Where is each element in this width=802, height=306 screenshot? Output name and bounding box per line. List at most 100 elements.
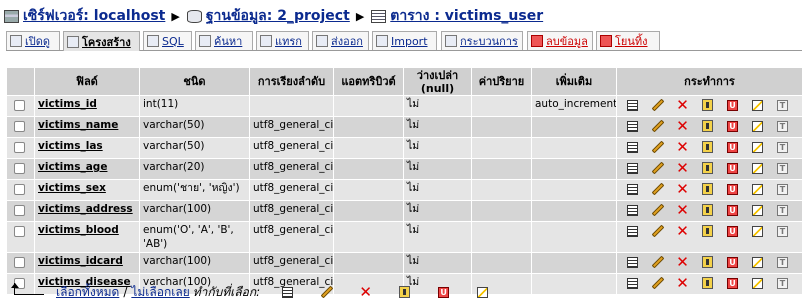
browse-button[interactable] (620, 118, 645, 134)
primary-key-button[interactable] (695, 275, 720, 291)
row-checkbox[interactable] (14, 121, 25, 132)
unique-button[interactable]: U (720, 160, 745, 176)
drop-button[interactable]: ✕ (670, 139, 695, 155)
field-name[interactable]: victims_las (34, 137, 140, 159)
primary-key-button[interactable] (695, 202, 720, 218)
tab-operations[interactable]: กระบวนการ (441, 31, 523, 50)
field-name[interactable]: victims_blood (34, 221, 140, 253)
unique-button[interactable]: U (720, 254, 745, 270)
primary-key-button[interactable] (695, 118, 720, 134)
unique-button[interactable]: U (720, 118, 745, 134)
field-name[interactable]: victims_name (34, 116, 140, 138)
drop-button[interactable]: ✕ (670, 202, 695, 218)
breadcrumb-table[interactable]: ตาราง : victims_user (371, 5, 543, 27)
fulltext-button[interactable]: T (770, 139, 795, 155)
drop-button[interactable]: ✕ (670, 97, 695, 113)
fulltext-button[interactable]: T (770, 160, 795, 176)
fulltext-button[interactable]: T (770, 254, 795, 270)
row-checkbox[interactable] (14, 100, 25, 111)
fulltext-button[interactable]: T (770, 202, 795, 218)
drop-button[interactable]: ✕ (670, 181, 695, 197)
unique-button[interactable]: U (720, 97, 745, 113)
edit-button[interactable] (645, 254, 670, 270)
primary-key-button[interactable] (385, 284, 424, 300)
edit-button[interactable] (645, 97, 670, 113)
edit-button[interactable] (307, 284, 346, 300)
index-button[interactable] (745, 118, 770, 134)
edit-button[interactable] (645, 275, 670, 291)
drop-button[interactable]: ✕ (670, 275, 695, 291)
row-checkbox[interactable] (14, 226, 25, 237)
tab-sql[interactable]: SQL (143, 31, 192, 50)
field-name[interactable]: victims_age (34, 158, 140, 180)
browse-button[interactable] (620, 160, 645, 176)
unique-button[interactable]: U (720, 202, 745, 218)
check-all-link[interactable]: เลือกทั้งหมด (56, 283, 119, 302)
unique-button[interactable]: U (720, 223, 745, 239)
fulltext-button[interactable]: T (770, 118, 795, 134)
browse-button[interactable] (620, 97, 645, 113)
drop-button[interactable]: ✕ (670, 160, 695, 176)
fulltext-button[interactable]: T (770, 275, 795, 291)
browse-button[interactable] (620, 202, 645, 218)
browse-button[interactable] (620, 139, 645, 155)
breadcrumb-server[interactable]: เซิร์ฟเวอร์: localhost (4, 5, 165, 27)
unique-button[interactable]: U (720, 275, 745, 291)
edit-button[interactable] (645, 139, 670, 155)
tab-export[interactable]: ส่งออก (312, 31, 369, 50)
field-name[interactable]: victims_id (34, 95, 140, 117)
primary-key-button[interactable] (695, 97, 720, 113)
tab-insert[interactable]: แทรก (256, 31, 309, 50)
tab-empty[interactable]: ลบข้อมูล (527, 31, 593, 50)
row-checkbox[interactable] (14, 142, 25, 153)
primary-key-button[interactable] (695, 160, 720, 176)
primary-key-button[interactable] (695, 139, 720, 155)
row-checkbox[interactable] (14, 205, 25, 216)
index-button[interactable] (745, 160, 770, 176)
edit-button[interactable] (645, 181, 670, 197)
browse-button[interactable] (620, 275, 645, 291)
index-button[interactable] (745, 254, 770, 270)
tab-browse[interactable]: เปิดดู (6, 31, 60, 50)
field-name[interactable]: victims_address (34, 200, 140, 222)
drop-button[interactable]: ✕ (670, 118, 695, 134)
primary-key-button[interactable] (695, 254, 720, 270)
row-checkbox[interactable] (14, 184, 25, 195)
field-name[interactable]: victims_idcard (34, 252, 140, 274)
breadcrumb-database[interactable]: ฐานข้อมูล: 2_project (186, 5, 350, 27)
field-name[interactable]: victims_sex (34, 179, 140, 201)
edit-button[interactable] (645, 223, 670, 239)
browse-button[interactable] (268, 284, 307, 300)
fulltext-button[interactable]: T (770, 223, 795, 239)
unique-button[interactable]: U (720, 139, 745, 155)
index-button[interactable] (745, 202, 770, 218)
browse-button[interactable] (620, 254, 645, 270)
edit-button[interactable] (645, 118, 670, 134)
uncheck-all-link[interactable]: ไม่เลือกเลย (131, 283, 189, 302)
unique-button[interactable]: U (720, 181, 745, 197)
fulltext-button[interactable]: T (770, 181, 795, 197)
browse-button[interactable] (620, 223, 645, 239)
tab-drop[interactable]: โยนทิ้ง (596, 31, 660, 50)
row-checkbox[interactable] (14, 257, 25, 268)
index-button[interactable] (745, 139, 770, 155)
primary-key-button[interactable] (695, 223, 720, 239)
edit-button[interactable] (645, 160, 670, 176)
edit-button[interactable] (645, 202, 670, 218)
index-button[interactable] (745, 275, 770, 291)
drop-button[interactable]: ✕ (670, 254, 695, 270)
tab-import[interactable]: Import (372, 31, 437, 50)
drop-button[interactable]: ✕ (346, 284, 385, 300)
tab-structure[interactable]: โครงสร้าง (63, 31, 140, 51)
primary-key-button[interactable] (695, 181, 720, 197)
index-button[interactable] (745, 181, 770, 197)
browse-button[interactable] (620, 181, 645, 197)
tab-search[interactable]: ค้นหา (195, 31, 253, 50)
unique-button[interactable]: U (424, 284, 463, 300)
index-button[interactable] (745, 97, 770, 113)
index-button[interactable] (463, 284, 502, 300)
fulltext-button[interactable]: T (770, 97, 795, 113)
index-button[interactable] (745, 223, 770, 239)
drop-button[interactable]: ✕ (670, 223, 695, 239)
row-checkbox[interactable] (14, 163, 25, 174)
